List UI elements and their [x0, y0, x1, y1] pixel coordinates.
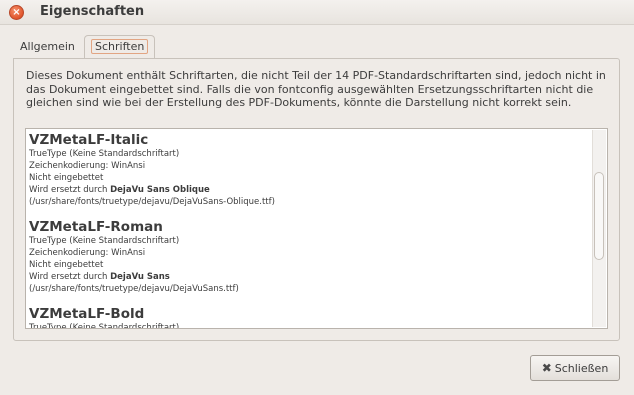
close-button-label: Schließen [554, 361, 609, 375]
embedding-notice: Dieses Dokument enthält Schriftarten, di… [26, 69, 606, 109]
font-path: (/usr/share/fonts/truetype/dejavu/DejaVu… [29, 197, 275, 207]
font-replacement: Wird ersetzt durch DejaVu Sans [29, 271, 589, 283]
window-title: Eigenschaften [40, 4, 145, 19]
close-button[interactable]: ✖ Schließen [530, 355, 620, 381]
font-type: TrueType (Keine Standardschriftart) [29, 149, 180, 159]
scrollbar-thumb[interactable] [594, 172, 604, 260]
font-entry: VZMetaLF-Roman TrueType (Keine Standards… [29, 219, 589, 295]
font-embedded-status: Nicht eingebettet [29, 173, 104, 183]
replacement-font-name: DejaVu Sans [110, 272, 170, 282]
window-close-icon[interactable]: × [9, 5, 24, 20]
font-list: VZMetaLF-Italic TrueType (Keine Standard… [29, 132, 589, 329]
tab-fonts[interactable]: Schriften [84, 35, 156, 59]
font-name: VZMetaLF-Roman [29, 219, 163, 235]
replacement-prefix: Wird ersetzt durch [29, 272, 111, 282]
title-bar: × Eigenschaften [0, 0, 634, 25]
font-path: (/usr/share/fonts/truetype/dejavu/DejaVu… [29, 284, 239, 294]
font-encoding: Zeichenkodierung: WinAnsi [29, 248, 146, 258]
font-embedded-status: Nicht eingebettet [29, 260, 104, 270]
font-encoding: Zeichenkodierung: WinAnsi [29, 161, 146, 171]
tab-fonts-label: Schriften [91, 39, 149, 54]
font-entry: VZMetaLF-Italic TrueType (Keine Standard… [29, 132, 589, 208]
font-type: TrueType (Keine Standardschriftart) [29, 323, 180, 329]
replacement-prefix: Wird ersetzt durch [29, 185, 111, 195]
tab-general[interactable]: Allgemein [14, 36, 81, 58]
font-name: VZMetaLF-Bold [29, 306, 145, 322]
font-list-box[interactable]: VZMetaLF-Italic TrueType (Keine Standard… [25, 128, 608, 329]
font-type: TrueType (Keine Standardschriftart) [29, 236, 180, 246]
vertical-scrollbar[interactable] [592, 130, 606, 327]
font-name: VZMetaLF-Italic [29, 132, 149, 148]
font-entry: VZMetaLF-Bold TrueType (Keine Standardsc… [29, 306, 589, 329]
replacement-font-name: DejaVu Sans Oblique [110, 185, 210, 195]
tab-general-label: Allgemein [20, 40, 75, 53]
font-replacement: Wird ersetzt durch DejaVu Sans Oblique [29, 184, 589, 196]
close-icon: ✖ [541, 361, 552, 375]
